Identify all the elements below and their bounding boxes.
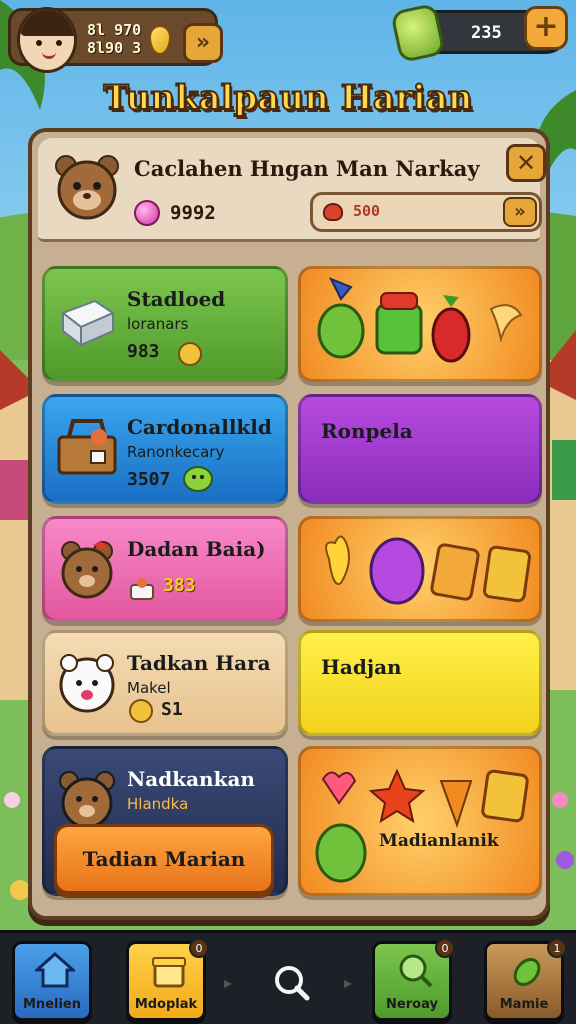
- white-pet-icon: [59, 654, 115, 713]
- swap-button[interactable]: »: [183, 23, 223, 63]
- cash-stack-icon: [390, 2, 446, 64]
- cake-icon: [130, 578, 154, 600]
- heart-icon: [323, 203, 343, 221]
- progress-go-button[interactable]: »: [503, 197, 537, 227]
- nav-shop[interactable]: 0 Mdoplak: [126, 938, 209, 1021]
- reward-progress-field[interactable]: 500 »: [310, 192, 542, 232]
- card-title: Ronpela: [321, 419, 413, 443]
- nav-separator: ▸: [344, 973, 353, 992]
- bear-pet-icon: [55, 155, 119, 220]
- nav-separator: ▸: [224, 973, 233, 992]
- currency-amount: 8l 970 8l90 3: [87, 21, 142, 57]
- reward-card-cardonallkld[interactable]: Cardonallkld Ranonkecary 3507: [42, 394, 288, 504]
- mixed-items-icon: [315, 768, 529, 883]
- panel-header: Caclahen Hngan Man Narkay 9992 ✕ 500 »: [38, 138, 546, 242]
- card-title: Stadloed: [127, 287, 226, 311]
- add-currency-button[interactable]: +: [524, 6, 568, 50]
- bear-pet-icon: [59, 771, 115, 829]
- nav-badge: 1: [547, 938, 567, 958]
- fruit-bundle-card[interactable]: [298, 266, 542, 382]
- card-label: Madianlanik: [379, 831, 499, 851]
- card-title: Hadjan: [321, 655, 402, 679]
- home-icon: [35, 951, 75, 988]
- nav-badge: 0: [189, 938, 209, 958]
- page-title: Tunkalpaun Harian: [103, 77, 474, 119]
- nav-farm[interactable]: 1 Mamie: [484, 938, 567, 1021]
- reward-card-stadloed[interactable]: Stadloed loranars 983: [42, 266, 288, 382]
- card-subtitle: Hlandka: [127, 795, 189, 813]
- avatar[interactable]: [17, 7, 77, 73]
- nav-home[interactable]: Mnelien: [12, 941, 92, 1021]
- gift-icon: [152, 957, 186, 988]
- reward-card-tadkan[interactable]: Tadkan Hara Makel S1: [42, 630, 288, 736]
- card-value: 383: [163, 575, 196, 596]
- card-title: Tadkan Hara: [127, 651, 271, 675]
- green-slime-icon: [183, 466, 213, 492]
- pink-gem-icon: [134, 200, 160, 226]
- card-value: 3507: [127, 469, 171, 490]
- crate-icon: [57, 419, 117, 475]
- daily-claim-button[interactable]: Tadian Marian: [54, 824, 274, 894]
- card-title: Nadkankan: [127, 767, 255, 791]
- bottom-nav: Mnelien 0 Mdoplak ▸ ▸ 0 Neroay 1 Mamie: [0, 930, 576, 1024]
- gift-box-icon: [60, 299, 116, 348]
- magnifier-icon: [399, 954, 433, 988]
- card-subtitle: loranars: [127, 315, 189, 333]
- gem-count: 9992: [170, 202, 216, 224]
- reward-card-hadjan[interactable]: Hadjan: [298, 630, 542, 736]
- nav-label: Mnelien: [23, 997, 81, 1012]
- squirrel-pet-icon: [61, 541, 113, 599]
- nav-label: Neroay: [386, 997, 438, 1012]
- nav-label: Mamie: [499, 997, 549, 1012]
- egg-bundle-card[interactable]: [298, 516, 542, 622]
- card-value: S1: [161, 699, 183, 720]
- progress-value: 500: [353, 202, 381, 220]
- mixed-bundle-card[interactable]: Madianlanik: [298, 746, 542, 896]
- nav-pets[interactable]: 0 Neroay: [372, 938, 455, 1021]
- search-icon: [275, 966, 310, 1001]
- vegetable-icon: [513, 957, 541, 987]
- daily-rewards-panel: Caclahen Hngan Man Narkay 9992 ✕ 500 » S…: [28, 128, 550, 920]
- gold-coin-icon: [178, 342, 202, 366]
- card-title: Cardonallkld: [127, 415, 272, 439]
- gold-gem-icon: [149, 25, 171, 55]
- reward-card-ronpela[interactable]: Ronpela: [298, 394, 542, 504]
- panel-header-title: Caclahen Hngan Man Narkay: [134, 156, 480, 181]
- egg-crates-icon: [325, 535, 532, 605]
- card-value: 983: [127, 341, 160, 362]
- reward-card-dadan[interactable]: Dadan Baia) 383: [42, 516, 288, 622]
- gold-coin-icon: [129, 699, 153, 723]
- card-title: Dadan Baia): [127, 537, 266, 561]
- close-button[interactable]: ✕: [506, 144, 546, 182]
- card-subtitle: Makel: [127, 679, 171, 697]
- player-panel: 8l 970 8l90 3 »: [8, 7, 223, 73]
- nav-search[interactable]: [248, 941, 328, 1021]
- top-bar: 8l 970 8l90 3 » 235 +: [0, 0, 576, 80]
- nav-label: Mdoplak: [134, 997, 198, 1012]
- cash-amount: 235: [471, 23, 502, 43]
- fruit-items-icon: [317, 277, 523, 363]
- nav-badge: 0: [435, 938, 455, 958]
